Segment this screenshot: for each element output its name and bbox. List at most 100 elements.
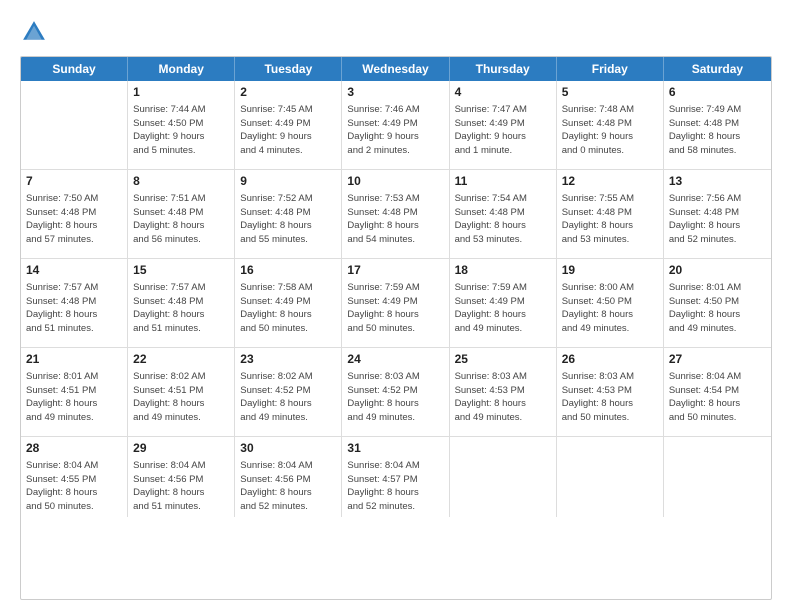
cell-info: Sunrise: 8:01 AM Sunset: 4:51 PM Dayligh…: [26, 370, 122, 425]
day-number: 25: [455, 351, 551, 368]
calendar-cell: [557, 437, 664, 517]
cell-info: Sunrise: 8:03 AM Sunset: 4:52 PM Dayligh…: [347, 370, 443, 425]
day-number: 29: [133, 440, 229, 457]
cell-info: Sunrise: 7:45 AM Sunset: 4:49 PM Dayligh…: [240, 103, 336, 158]
logo-icon: [20, 18, 48, 46]
cell-info: Sunrise: 7:44 AM Sunset: 4:50 PM Dayligh…: [133, 103, 229, 158]
day-number: 13: [669, 173, 766, 190]
day-number: 22: [133, 351, 229, 368]
calendar-row: 7Sunrise: 7:50 AM Sunset: 4:48 PM Daylig…: [21, 170, 771, 259]
day-number: 30: [240, 440, 336, 457]
calendar-cell: 3 Sunrise: 7:46 AM Sunset: 4:49 PM Daylig…: [342, 81, 449, 169]
calendar-cell: 14 Sunrise: 7:57 AM Sunset: 4:48 PM Dayli…: [21, 259, 128, 347]
calendar-cell: 19 Sunrise: 8:00 AM Sunset: 4:50 PM Dayli…: [557, 259, 664, 347]
cell-info: Sunrise: 7:54 AM Sunset: 4:48 PM Dayligh…: [455, 192, 551, 247]
day-number: 21: [26, 351, 122, 368]
day-number: 9: [240, 173, 336, 190]
calendar-cell: 31 Sunrise: 8:04 AM Sunset: 4:57 PM Dayli…: [342, 437, 449, 517]
day-number: 18: [455, 262, 551, 279]
day-number: 23: [240, 351, 336, 368]
cell-info: Sunrise: 8:02 AM Sunset: 4:52 PM Dayligh…: [240, 370, 336, 425]
calendar-cell: 6Sunrise: 7:49 AM Sunset: 4:48 PM Daylig…: [664, 81, 771, 169]
cell-info: Sunrise: 7:48 AM Sunset: 4:48 PM Dayligh…: [562, 103, 658, 158]
cell-info: Sunrise: 7:57 AM Sunset: 4:48 PM Dayligh…: [133, 281, 229, 336]
page: SundayMondayTuesdayWednesdayThursdayFrid…: [0, 0, 792, 612]
cell-info: Sunrise: 7:46 AM Sunset: 4:49 PM Dayligh…: [347, 103, 443, 158]
day-number: 27: [669, 351, 766, 368]
weekday-header: Friday: [557, 57, 664, 81]
header: [20, 18, 772, 46]
calendar-cell: 4 Sunrise: 7:47 AM Sunset: 4:49 PM Daylig…: [450, 81, 557, 169]
day-number: 26: [562, 351, 658, 368]
calendar-cell: 18Sunrise: 7:59 AM Sunset: 4:49 PM Dayli…: [450, 259, 557, 347]
cell-info: Sunrise: 8:03 AM Sunset: 4:53 PM Dayligh…: [562, 370, 658, 425]
cell-info: Sunrise: 8:03 AM Sunset: 4:53 PM Dayligh…: [455, 370, 551, 425]
day-number: 6: [669, 84, 766, 101]
calendar-cell: 12Sunrise: 7:55 AM Sunset: 4:48 PM Dayli…: [557, 170, 664, 258]
calendar-row: 28 Sunrise: 8:04 AM Sunset: 4:55 PM Dayli…: [21, 437, 771, 517]
cell-info: Sunrise: 7:57 AM Sunset: 4:48 PM Dayligh…: [26, 281, 122, 336]
calendar-cell: 17Sunrise: 7:59 AM Sunset: 4:49 PM Dayli…: [342, 259, 449, 347]
weekday-header: Tuesday: [235, 57, 342, 81]
weekday-header: Sunday: [21, 57, 128, 81]
day-number: 19: [562, 262, 658, 279]
day-number: 3: [347, 84, 443, 101]
calendar-row: 14 Sunrise: 7:57 AM Sunset: 4:48 PM Dayli…: [21, 259, 771, 348]
cell-info: Sunrise: 8:00 AM Sunset: 4:50 PM Dayligh…: [562, 281, 658, 336]
day-number: 16: [240, 262, 336, 279]
weekday-header: Saturday: [664, 57, 771, 81]
cell-info: Sunrise: 7:52 AM Sunset: 4:48 PM Dayligh…: [240, 192, 336, 247]
cell-info: Sunrise: 8:04 AM Sunset: 4:55 PM Dayligh…: [26, 459, 122, 514]
day-number: 12: [562, 173, 658, 190]
logo: [20, 18, 54, 46]
calendar-cell: 20Sunrise: 8:01 AM Sunset: 4:50 PM Dayli…: [664, 259, 771, 347]
calendar-cell: 22 Sunrise: 8:02 AM Sunset: 4:51 PM Dayli…: [128, 348, 235, 436]
day-number: 10: [347, 173, 443, 190]
calendar-cell: 21 Sunrise: 8:01 AM Sunset: 4:51 PM Dayli…: [21, 348, 128, 436]
calendar-cell: [450, 437, 557, 517]
day-number: 5: [562, 84, 658, 101]
calendar-cell: 24Sunrise: 8:03 AM Sunset: 4:52 PM Dayli…: [342, 348, 449, 436]
day-number: 8: [133, 173, 229, 190]
calendar-cell: [664, 437, 771, 517]
calendar-cell: 15Sunrise: 7:57 AM Sunset: 4:48 PM Dayli…: [128, 259, 235, 347]
calendar-row: 1 Sunrise: 7:44 AM Sunset: 4:50 PM Daylig…: [21, 81, 771, 170]
calendar-cell: 27 Sunrise: 8:04 AM Sunset: 4:54 PM Dayli…: [664, 348, 771, 436]
day-number: 4: [455, 84, 551, 101]
day-number: 1: [133, 84, 229, 101]
calendar-cell: 28 Sunrise: 8:04 AM Sunset: 4:55 PM Dayli…: [21, 437, 128, 517]
calendar-cell: 2 Sunrise: 7:45 AM Sunset: 4:49 PM Daylig…: [235, 81, 342, 169]
day-number: 2: [240, 84, 336, 101]
calendar-cell: 7Sunrise: 7:50 AM Sunset: 4:48 PM Daylig…: [21, 170, 128, 258]
weekday-header: Monday: [128, 57, 235, 81]
calendar-cell: [21, 81, 128, 169]
cell-info: Sunrise: 7:56 AM Sunset: 4:48 PM Dayligh…: [669, 192, 766, 247]
calendar-cell: 11Sunrise: 7:54 AM Sunset: 4:48 PM Dayli…: [450, 170, 557, 258]
calendar-cell: 10Sunrise: 7:53 AM Sunset: 4:48 PM Dayli…: [342, 170, 449, 258]
calendar-header: SundayMondayTuesdayWednesdayThursdayFrid…: [21, 57, 771, 81]
calendar-cell: 25 Sunrise: 8:03 AM Sunset: 4:53 PM Dayli…: [450, 348, 557, 436]
cell-info: Sunrise: 7:58 AM Sunset: 4:49 PM Dayligh…: [240, 281, 336, 336]
cell-info: Sunrise: 8:04 AM Sunset: 4:56 PM Dayligh…: [133, 459, 229, 514]
calendar-row: 21 Sunrise: 8:01 AM Sunset: 4:51 PM Dayli…: [21, 348, 771, 437]
day-number: 7: [26, 173, 122, 190]
cell-info: Sunrise: 8:01 AM Sunset: 4:50 PM Dayligh…: [669, 281, 766, 336]
calendar-cell: 8Sunrise: 7:51 AM Sunset: 4:48 PM Daylig…: [128, 170, 235, 258]
day-number: 14: [26, 262, 122, 279]
cell-info: Sunrise: 8:04 AM Sunset: 4:54 PM Dayligh…: [669, 370, 766, 425]
cell-info: Sunrise: 8:02 AM Sunset: 4:51 PM Dayligh…: [133, 370, 229, 425]
calendar-cell: 5 Sunrise: 7:48 AM Sunset: 4:48 PM Daylig…: [557, 81, 664, 169]
calendar-cell: 13 Sunrise: 7:56 AM Sunset: 4:48 PM Dayli…: [664, 170, 771, 258]
calendar-cell: 30 Sunrise: 8:04 AM Sunset: 4:56 PM Dayli…: [235, 437, 342, 517]
calendar-cell: 29 Sunrise: 8:04 AM Sunset: 4:56 PM Dayli…: [128, 437, 235, 517]
calendar-cell: 16 Sunrise: 7:58 AM Sunset: 4:49 PM Dayli…: [235, 259, 342, 347]
calendar-body: 1 Sunrise: 7:44 AM Sunset: 4:50 PM Daylig…: [21, 81, 771, 517]
calendar-cell: 1 Sunrise: 7:44 AM Sunset: 4:50 PM Daylig…: [128, 81, 235, 169]
cell-info: Sunrise: 8:04 AM Sunset: 4:56 PM Dayligh…: [240, 459, 336, 514]
day-number: 31: [347, 440, 443, 457]
cell-info: Sunrise: 8:04 AM Sunset: 4:57 PM Dayligh…: [347, 459, 443, 514]
day-number: 28: [26, 440, 122, 457]
weekday-header: Wednesday: [342, 57, 449, 81]
calendar: SundayMondayTuesdayWednesdayThursdayFrid…: [20, 56, 772, 600]
cell-info: Sunrise: 7:47 AM Sunset: 4:49 PM Dayligh…: [455, 103, 551, 158]
